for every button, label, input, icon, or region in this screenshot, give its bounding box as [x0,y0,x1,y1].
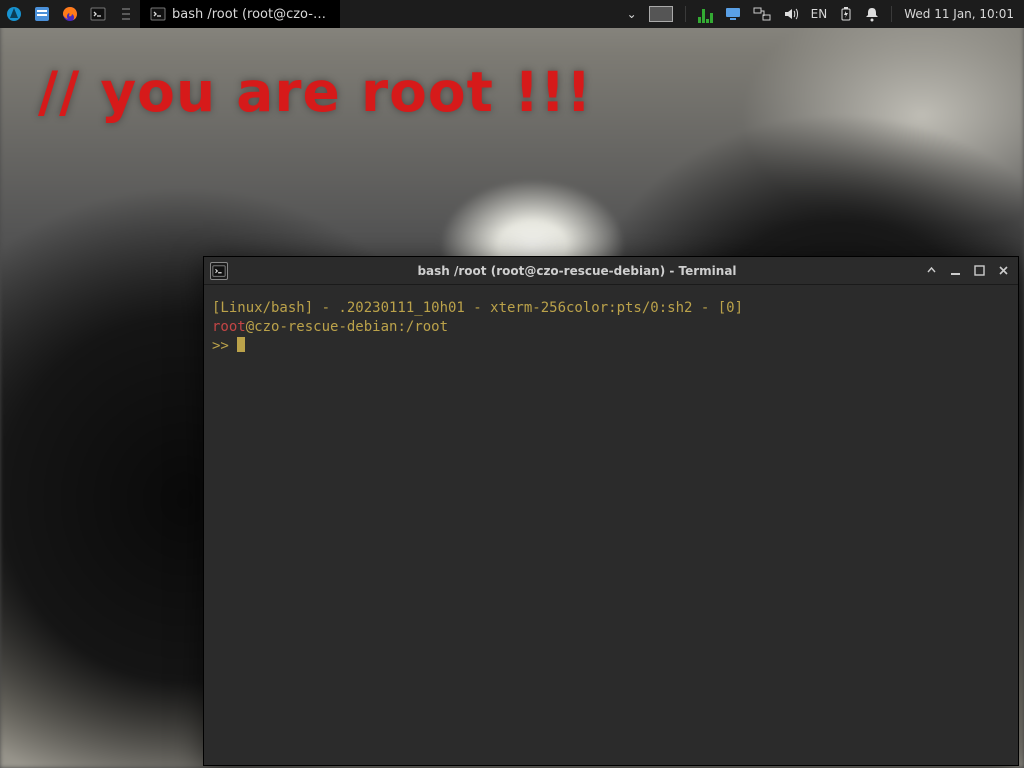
prompt-host: czo-rescue-debian [254,319,397,335]
tray-separator-2 [891,6,892,22]
terminal-viewport[interactable]: [Linux/bash] - .20230111_10h01 - xterm-2… [204,285,1018,765]
notifications-icon[interactable] [865,6,879,22]
workspace-switcher[interactable] [649,6,673,22]
taskbar-item-terminal[interactable]: bash /root (root@czo-re... [140,0,340,28]
power-icon[interactable] [839,6,853,22]
file-manager-launcher[interactable] [28,0,56,28]
tray-separator [685,6,686,22]
display-settings-icon[interactable] [725,7,741,21]
terminal-app-icon [210,262,228,280]
window-list-dropdown[interactable]: ⌄ [627,7,637,21]
keyboard-layout-indicator[interactable]: EN [811,7,828,21]
menu-separator-icon [112,0,140,28]
prompt-ps2: >> [212,338,237,354]
window-titlebar[interactable]: bash /root (root@czo-rescue-debian) - Te… [204,257,1018,285]
system-load-monitor[interactable] [698,5,713,23]
prompt-path: /root [406,319,448,335]
window-maximize-button[interactable] [974,265,988,276]
terminal-launcher[interactable] [84,0,112,28]
window-shade-button[interactable] [926,265,940,276]
root-warning-text: // you are root !!! [38,60,592,124]
network-icon[interactable] [753,7,771,21]
top-panel: bash /root (root@czo-re... ⌄ EN Wed 11 J… [0,0,1024,28]
window-close-button[interactable] [998,265,1012,276]
prompt-at: @ [246,319,254,335]
terminal-window[interactable]: bash /root (root@czo-rescue-debian) - Te… [203,256,1019,766]
app-menu-button[interactable] [0,0,28,28]
term-info-line: [Linux/bash] - .20230111_10h01 - xterm-2… [212,300,743,316]
prompt-user: root [212,319,246,335]
firefox-launcher[interactable] [56,0,84,28]
volume-icon[interactable] [783,7,799,21]
window-title: bash /root (root@czo-rescue-debian) - Te… [228,264,926,278]
terminal-icon [150,6,166,22]
window-minimize-button[interactable] [950,265,964,276]
terminal-cursor [237,337,245,352]
prompt-colon: : [397,319,405,335]
clock[interactable]: Wed 11 Jan, 10:01 [904,7,1014,21]
taskbar-item-label: bash /root (root@czo-re... [172,7,330,22]
